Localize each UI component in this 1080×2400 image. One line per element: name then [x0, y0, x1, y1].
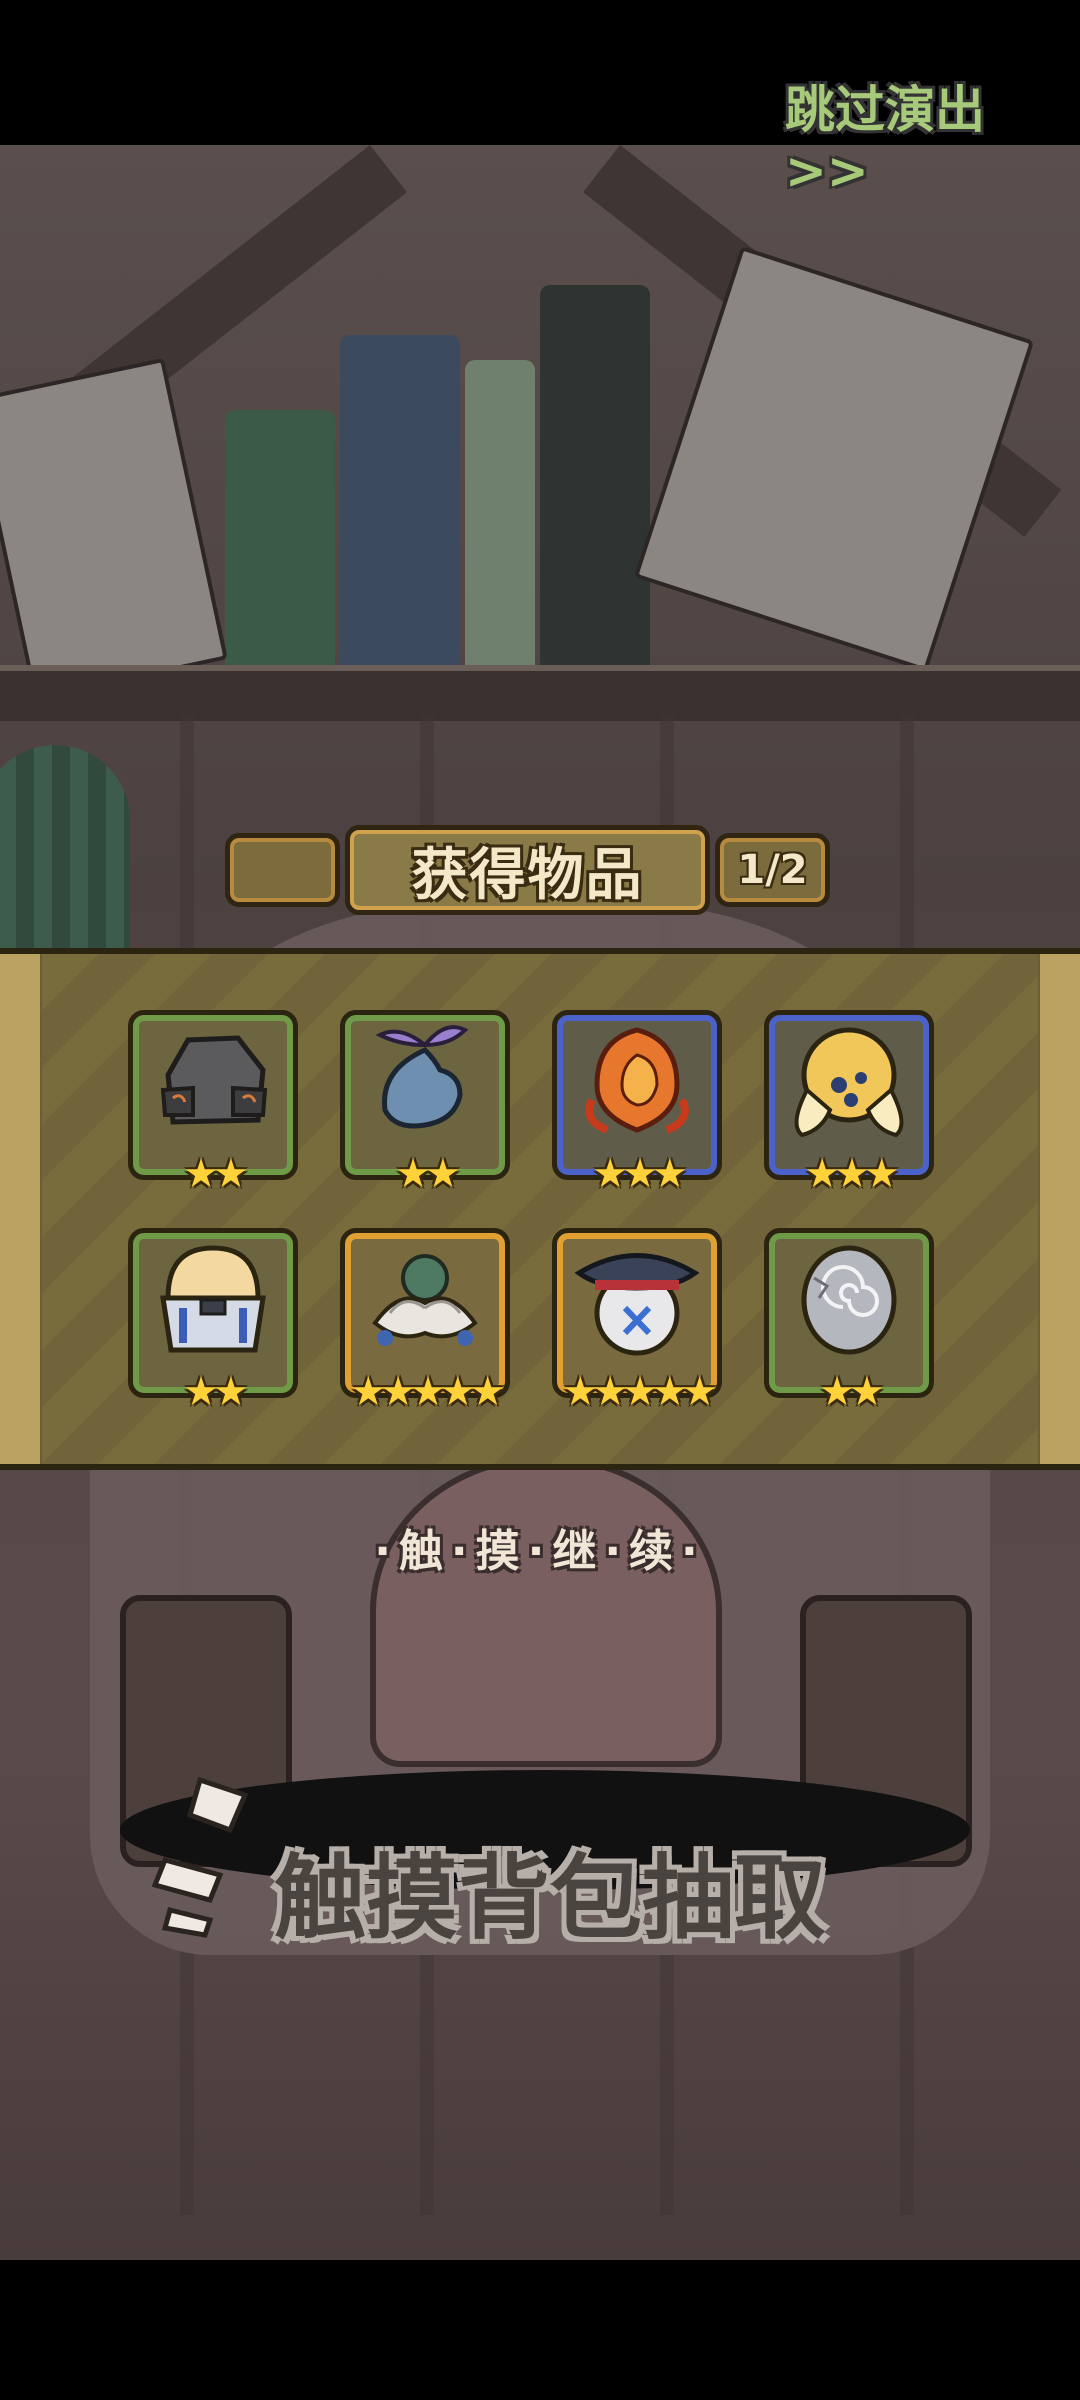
touch-to-continue-text[interactable]: ·触·摸·继·续·: [0, 1515, 1080, 1577]
fire-swirl-icon: [585, 1027, 689, 1134]
panel-edge-right: [1040, 954, 1080, 1464]
page-indicator: 1/2: [715, 833, 830, 907]
backpack-mouth: [370, 1455, 722, 1767]
dialog-title-bar: 获得物品 1/2: [220, 825, 830, 915]
rarity-stars: ★★: [183, 1151, 249, 1197]
item-slot[interactable]: ★★: [128, 1010, 298, 1194]
rarity-stars: ★★: [183, 1369, 249, 1415]
rarity-stars: ★★★★★: [350, 1369, 505, 1415]
item-slot[interactable]: ★★★★★: [552, 1228, 722, 1412]
book: [540, 285, 650, 665]
book: [225, 410, 335, 665]
title-left-ornament: [225, 833, 340, 907]
rarity-stars: ★★★★★: [562, 1369, 717, 1415]
rarity-stars: ★★: [819, 1369, 885, 1415]
rarity-stars: ★★★: [804, 1151, 900, 1197]
eggs-poster: [633, 245, 1035, 673]
rarity-stars: ★★★: [592, 1151, 688, 1197]
spiral-egg-icon: [801, 1245, 897, 1355]
jelly-orb-icon: [794, 1027, 904, 1138]
item-slot[interactable]: ★★★: [764, 1010, 934, 1194]
rarity-stars: ★★: [395, 1151, 461, 1197]
water-sprout-icon: [375, 1025, 469, 1129]
good-price-poster: [0, 357, 228, 701]
item-slot[interactable]: ★★★: [552, 1010, 722, 1194]
panel-edge-left: [0, 954, 40, 1464]
bookshelf: [0, 665, 1080, 721]
book: [465, 360, 535, 665]
captain-cap-icon: [574, 1253, 700, 1356]
book: [340, 335, 460, 665]
stone-helmet-icon: [160, 1035, 268, 1125]
robot-dome-icon: [160, 1245, 266, 1353]
dialog-title: 获得物品: [345, 825, 710, 915]
touch-backpack-draw-hint[interactable]: 触摸背包抽取: [150, 1830, 950, 1952]
skip-performance-button[interactable]: 跳过演出>>: [785, 81, 1065, 200]
lotus-icon: [372, 1254, 478, 1346]
item-slot[interactable]: ★★: [340, 1010, 510, 1194]
item-slot[interactable]: ★★: [128, 1228, 298, 1412]
item-slot[interactable]: ★★★★★: [340, 1228, 510, 1412]
item-slot[interactable]: ★★: [764, 1228, 934, 1412]
